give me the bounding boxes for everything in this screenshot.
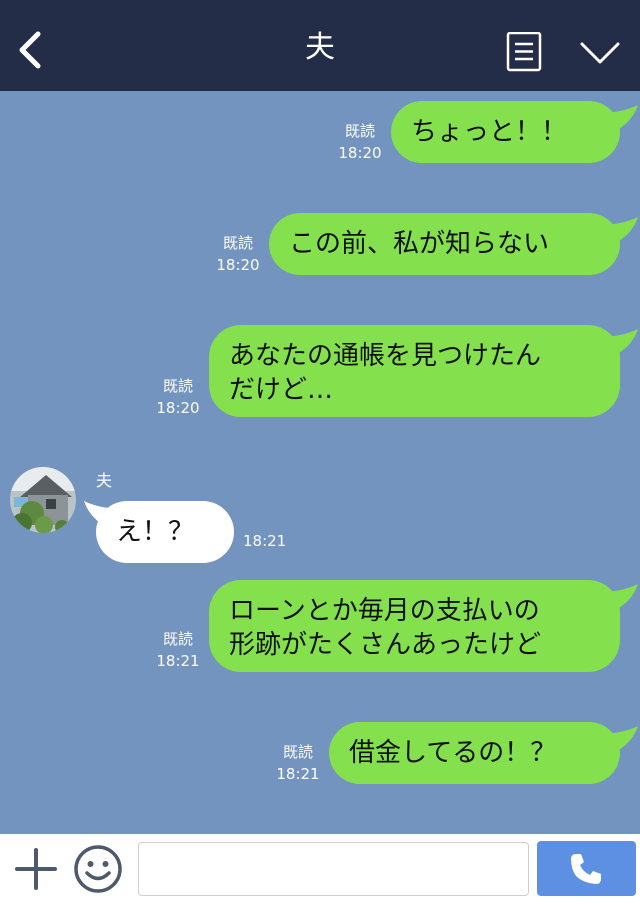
emoji-button[interactable] (73, 844, 123, 894)
message-meta: 既読 18:20 (214, 232, 262, 276)
input-bar (0, 834, 640, 904)
message-time: 18:20 (216, 256, 260, 274)
read-label: 既読 (282, 743, 313, 761)
message-meta: 既読 18:20 (154, 375, 202, 419)
sender-name: 夫 (96, 471, 113, 490)
message-time: 18:20 (156, 399, 200, 417)
bubble-tail (606, 329, 638, 357)
read-label: 既読 (162, 630, 193, 648)
message-time: 18:20 (338, 144, 382, 162)
message-text-line: あなたの通帳を見つけたん (229, 341, 542, 371)
read-label: 既読 (162, 377, 193, 395)
bubble-tail (606, 217, 638, 245)
message-meta: 18:21 (243, 530, 303, 552)
avatar[interactable] (10, 467, 76, 533)
chevron-down-icon (580, 42, 620, 64)
message-text: 借金してるの！？ (349, 738, 557, 768)
message-text-line: だけど… (229, 375, 334, 405)
message-meta: 既読 18:21 (274, 741, 322, 785)
message-text-line: ローンとか毎月の支払いの (229, 596, 540, 626)
read-label: 既読 (344, 122, 375, 140)
message-text: え！？ (116, 517, 195, 547)
chat-title: 夫 (305, 30, 335, 65)
avatar-house-photo (10, 467, 76, 533)
message-meta: 既読 18:20 (336, 120, 384, 164)
message-text: この前、私が知らない (289, 229, 550, 259)
message-bubble-sent[interactable]: ちょっと！！ (391, 101, 620, 163)
plus-icon (15, 848, 57, 890)
add-button[interactable] (14, 846, 58, 892)
dropdown-button[interactable] (578, 38, 622, 68)
chat-area[interactable]: 既読 18:20 ちょっと！！ 既読 18:20 この前、私が知らない 既読 1… (0, 91, 640, 834)
read-label: 既読 (222, 234, 253, 252)
bubble-tail (606, 726, 638, 754)
menu-document-icon (506, 31, 542, 72)
bubble-tail (606, 584, 638, 612)
message-text-line: 形跡がたくさんあったけど (229, 630, 542, 660)
message-meta: 既読 18:21 (154, 628, 202, 672)
chat-header: 夫 (0, 0, 640, 91)
message-bubble-sent[interactable]: あなたの通帳を見つけたん だけど… (209, 325, 620, 417)
message-bubble-received[interactable]: え！？ (96, 501, 234, 563)
message-time: 18:21 (276, 765, 320, 783)
message-bubble-sent[interactable]: この前、私が知らない (269, 213, 620, 275)
phone-icon (571, 854, 601, 884)
smiley-icon (74, 845, 122, 893)
message-bubble-sent[interactable]: ローンとか毎月の支払いの 形跡がたくさんあったけど (209, 580, 620, 672)
chevron-left-icon (19, 31, 41, 69)
message-bubble-sent[interactable]: 借金してるの！？ (329, 722, 620, 784)
back-button[interactable] (14, 30, 48, 70)
bubble-tail (606, 105, 638, 133)
message-text: ちょっと！！ (411, 117, 568, 147)
message-time: 18:21 (156, 652, 200, 670)
message-input[interactable] (138, 842, 529, 896)
menu-button[interactable] (506, 31, 542, 72)
message-time: 18:21 (243, 532, 287, 550)
call-button[interactable] (537, 841, 636, 896)
